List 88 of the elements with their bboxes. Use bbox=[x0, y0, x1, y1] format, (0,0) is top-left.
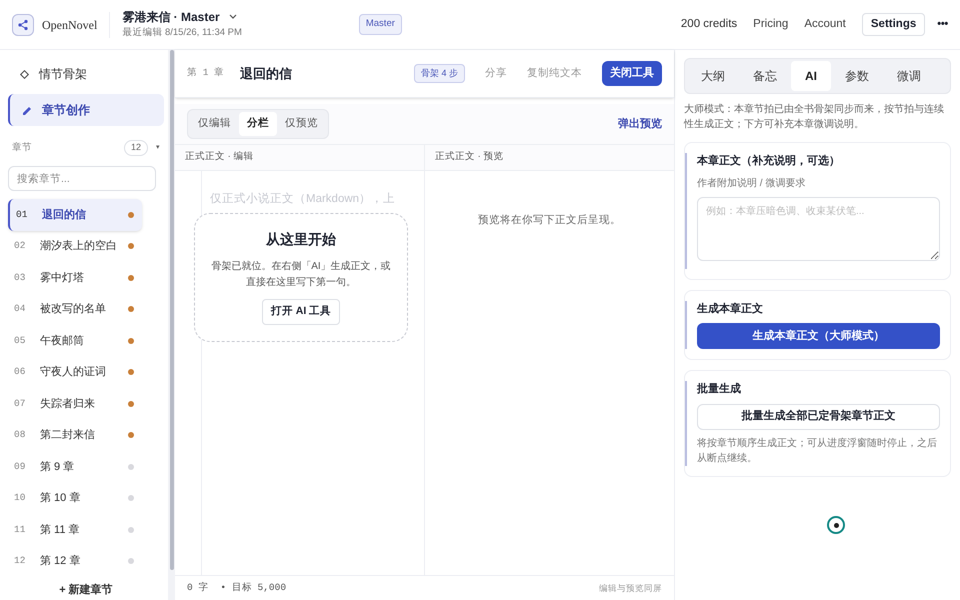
word-count: 0 字 bbox=[187, 580, 208, 595]
section-title: 本章正文（补充说明，可选） bbox=[697, 154, 841, 169]
cursor-icon bbox=[827, 516, 845, 534]
chapter-number: 09 bbox=[13, 460, 26, 474]
card-text: 骨架已就位。在右侧「AI」生成正文，或直接在这里写下第一句。 bbox=[210, 260, 392, 290]
nav-item[interactable]: 章节创作 bbox=[8, 94, 164, 126]
chapter-item[interactable]: 05 午夜邮筒 bbox=[8, 325, 142, 356]
last-edited-text: 最近编辑 8/15/26, 11:34 PM bbox=[122, 26, 242, 40]
count-badge: 12 bbox=[124, 140, 148, 156]
scrollbar[interactable] bbox=[170, 50, 174, 570]
chapter-item[interactable]: 09 第 9 章 bbox=[8, 451, 142, 482]
chapter-number: 08 bbox=[13, 428, 26, 442]
panel-tab[interactable]: 备忘 bbox=[739, 61, 791, 91]
chapter-number: 12 bbox=[13, 554, 26, 568]
chapter-title: 被改写的名单 bbox=[40, 302, 107, 317]
field-label: 作者附加说明 / 微调要求 bbox=[697, 176, 806, 190]
share-icon bbox=[12, 14, 34, 36]
chapter-title: 第 12 章 bbox=[40, 554, 82, 569]
target-text: • 目标 5,000 bbox=[220, 580, 286, 595]
chapter-number: 05 bbox=[13, 334, 26, 348]
section-label: 章节 bbox=[12, 140, 32, 155]
nav-link[interactable]: Account bbox=[804, 16, 846, 34]
view-tab[interactable]: 仅预览 bbox=[277, 112, 326, 136]
chapter-number: 04 bbox=[13, 302, 26, 316]
chapter-item[interactable]: 08 第二封来信 bbox=[8, 420, 142, 451]
note-input-field[interactable]: 例如：本章压暗色调、收束某伏笔... bbox=[697, 196, 940, 260]
search-field[interactable]: 搜索章节... bbox=[8, 166, 156, 191]
section-title: 生成本章正文 bbox=[697, 302, 764, 316]
chapter-title: 第二封来信 bbox=[40, 428, 96, 443]
preview-empty-text: 预览将在你写下正文后呈现。 bbox=[477, 213, 622, 228]
chapter-number: 01 bbox=[15, 208, 28, 222]
section-title: 批量生成 bbox=[697, 382, 742, 397]
chapter-number: 03 bbox=[13, 270, 26, 285]
chapter-item[interactable]: 04 被改写的名单 bbox=[8, 294, 142, 325]
chapter-title: 第 9 章 bbox=[40, 460, 76, 474]
chapter-title: 雾中灯塔 bbox=[40, 270, 85, 286]
brand-name[interactable]: OpenNovel bbox=[42, 16, 98, 34]
nav-item[interactable]: 情节骨架 bbox=[8, 58, 164, 90]
pencil-icon bbox=[22, 106, 32, 114]
more-button[interactable]: ••• bbox=[937, 16, 948, 33]
chapter-item[interactable]: 01 退回的信 bbox=[8, 199, 142, 230]
chapter-title: 第 10 章 bbox=[40, 490, 82, 506]
panel-tab[interactable]: 微调 bbox=[883, 61, 935, 91]
close-tools-button[interactable]: 关闭工具 bbox=[602, 61, 662, 86]
chapter-number: 07 bbox=[13, 396, 26, 411]
chapter-number: 11 bbox=[13, 522, 26, 537]
chapter-item[interactable]: 12 第 12 章 bbox=[8, 546, 142, 577]
open-ai-button[interactable]: 打开 AI 工具 bbox=[262, 299, 340, 325]
chapter-title: 第 11 章 bbox=[40, 522, 81, 538]
chapter-item[interactable]: 06 守夜人的证词 bbox=[8, 356, 142, 388]
chapter-number: 02 bbox=[13, 239, 26, 254]
panel-tab[interactable]: AI bbox=[791, 61, 831, 91]
generate-button[interactable]: 生成本章正文（大师模式） bbox=[697, 323, 940, 349]
view-tab[interactable]: 分栏 bbox=[239, 112, 277, 136]
chapter-item[interactable]: 02 潮汐表上的空白 bbox=[8, 230, 142, 262]
intro-text: 大师模式：本章节拍已由全书骨架同步而来，按节拍与连续性生成正文；下方可补充本章微调说明。 bbox=[684, 102, 945, 132]
chapter-item[interactable]: 03 雾中灯塔 bbox=[8, 262, 142, 294]
batch-generate-button[interactable]: 批量生成全部已定骨架章节正文 bbox=[697, 404, 940, 430]
panel-tab[interactable]: 大纲 bbox=[687, 61, 739, 91]
new-chapter-button[interactable]: + 新建章节 bbox=[59, 582, 113, 598]
chapter-item[interactable]: 07 失踪者归来 bbox=[8, 388, 142, 420]
credits-text: 200 credits bbox=[680, 16, 738, 32]
chapter-title: 失踪者归来 bbox=[40, 396, 96, 412]
chapter-title: 午夜邮筒 bbox=[40, 334, 85, 348]
caret-icon[interactable] bbox=[228, 13, 238, 22]
skeleton-badge: 骨架 4 步 bbox=[414, 64, 465, 84]
card-title: 从这里开始 bbox=[266, 230, 336, 250]
column-header: 正式正文 · 预览 bbox=[435, 150, 504, 164]
chapter-number: 10 bbox=[13, 491, 26, 506]
chapter-title: 潮汐表上的空白 bbox=[40, 238, 118, 254]
project-title: 雾港来信 · Master bbox=[122, 9, 220, 26]
section-note: 将按章节顺序生成正文；可从进度浮窗随时停止，之后从断点继续。 bbox=[697, 436, 938, 466]
mode-badge: Master bbox=[358, 14, 402, 35]
popout-link[interactable]: 弹出预览 bbox=[618, 116, 662, 132]
chapter-item[interactable]: 10 第 10 章 bbox=[8, 482, 142, 514]
chapter-heading: 退回的信 bbox=[240, 64, 292, 83]
diamond-icon bbox=[20, 70, 29, 78]
view-tab[interactable]: 仅编辑 bbox=[190, 112, 239, 136]
column-header: 正式正文 · 编辑 bbox=[185, 150, 254, 164]
chapter-title: 守夜人的证词 bbox=[40, 364, 107, 380]
chapter-label: 第 1 章 bbox=[187, 66, 224, 80]
chapter-title: 退回的信 bbox=[42, 208, 87, 222]
nav-link[interactable]: Pricing bbox=[753, 16, 788, 34]
settings-button[interactable]: Settings bbox=[862, 12, 926, 36]
chapter-item[interactable]: 11 第 11 章 bbox=[8, 514, 142, 546]
footer-note: 编辑与预览同屏 bbox=[599, 582, 662, 594]
panel-tab[interactable]: 参数 bbox=[831, 61, 883, 91]
chapter-number: 06 bbox=[13, 365, 26, 380]
